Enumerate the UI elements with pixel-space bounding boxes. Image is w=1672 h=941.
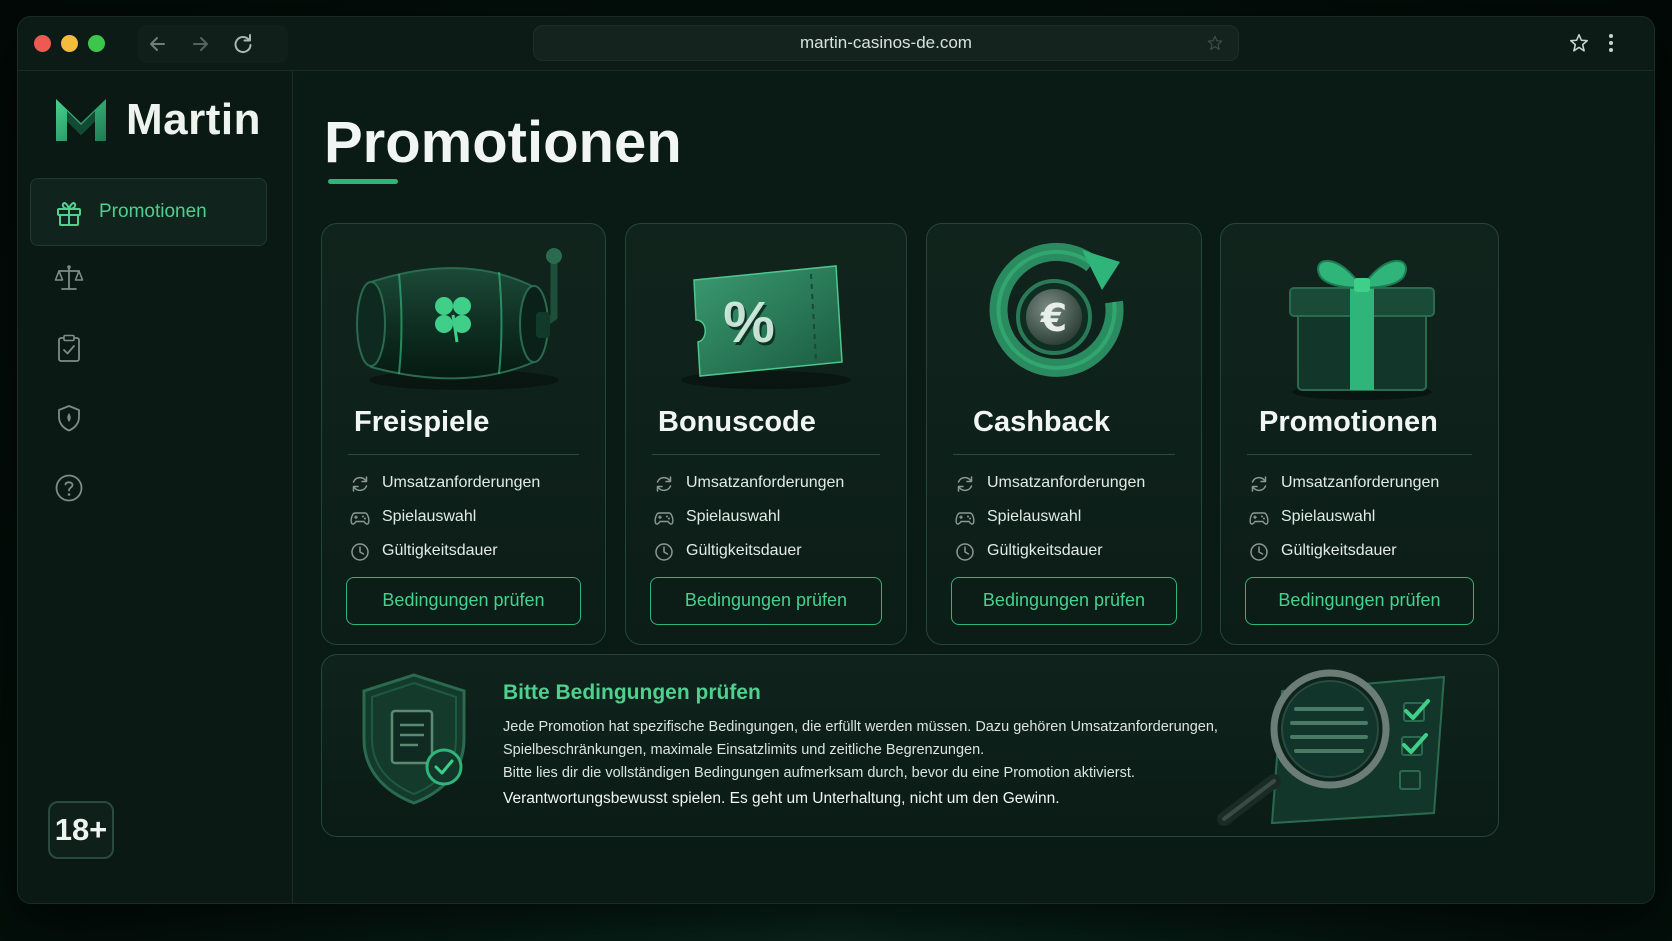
age-restriction-badge: 18+ [48,801,114,859]
martin-logo-icon[interactable] [53,93,109,145]
shield-document-check-icon [362,673,466,805]
gamepad-icon [350,512,370,525]
title-underline [328,179,398,184]
info-title: Bitte Bedingungen prüfen [503,681,761,704]
clock-icon [1250,543,1268,561]
row-label: Umsatzanforderungen [382,474,541,491]
refresh-icon [957,476,973,492]
refresh-icon [1251,476,1267,492]
card-divider [953,454,1175,455]
card-title: Bonuscode [658,406,816,438]
magnifier-checklist-icon [1217,669,1446,826]
card-divider [652,454,880,455]
percent-ticket-icon: % % [681,265,851,389]
minimize-window-button[interactable] [61,35,78,52]
promo-card-promotionen: Promotionen Umsatzanforderungen Spielaus… [1220,223,1499,645]
scales-icon[interactable] [54,263,84,293]
svg-text:%: % [723,290,775,355]
card-title: Promotionen [1259,406,1438,438]
row-label: Umsatzanforderungen [686,474,845,491]
check-terms-button-freispiele[interactable]: Bedingungen prüfen [346,577,581,625]
star-icon[interactable] [1206,34,1224,52]
shield-icon[interactable] [54,403,84,433]
card-title: Freispiele [354,406,490,438]
card-title: Cashback [973,406,1111,438]
promo-card-freispiele: Freispiele Umsatzanforderungen Spielausw… [321,223,606,645]
close-window-button[interactable] [34,35,51,52]
gift-icon [57,202,81,226]
reload-icon[interactable] [228,31,258,57]
kebab-menu-icon[interactable] [1608,32,1614,54]
refresh-icon [656,476,672,492]
card-illustration [1221,242,1498,402]
row-label: Gültigkeitsdauer [1281,542,1397,559]
promo-card-bonuscode: % % Bonuscode Umsatzanforderungen Spiela… [625,223,907,645]
row-label: Gültigkeitsdauer [686,542,802,559]
card-illustration [322,242,605,402]
browser-titlebar: martin-casinos-de.com [18,17,1654,71]
clipboard-check-icon[interactable] [54,333,84,363]
gamepad-icon [654,512,674,525]
page-title: Promotionen [324,110,682,175]
row-label: Spielauswahl [686,508,781,525]
row-label: Umsatzanforderungen [1281,474,1440,491]
terms-info-panel: Bitte Bedingungen prüfen Jede Promotion … [321,654,1499,837]
info-text-line-3: Bitte lies dir die vollständigen Bedingu… [503,765,1135,781]
gift-box-icon [1288,260,1435,400]
promo-card-cashback: € Cashback Umsatzanforderungen Spielausw… [926,223,1202,645]
check-terms-button-bonuscode[interactable]: Bedingungen prüfen [650,577,882,625]
clock-icon [956,543,974,561]
gamepad-icon [1249,512,1269,525]
clock-icon [655,543,673,561]
svg-text:€: € [1040,296,1067,340]
card-divider [1247,454,1472,455]
row-label: Spielauswahl [987,508,1082,525]
arrow-left-icon[interactable] [143,31,173,57]
info-text-line-2: Spielbeschränkungen, maximale Einsatzlim… [503,742,985,758]
row-label: Gültigkeitsdauer [382,542,498,559]
gamepad-icon [955,512,975,525]
info-text-line-4: Verantwortungsbewusst spielen. Es geht u… [503,790,1060,807]
euro-coin-icon: € [989,242,1124,377]
card-illustration: € [927,242,1201,402]
slot-reel-icon [355,248,562,390]
row-label: Gültigkeitsdauer [987,542,1103,559]
row-label: Spielauswahl [382,508,477,525]
check-terms-button-cashback[interactable]: Bedingungen prüfen [951,577,1177,625]
check-terms-button-promotionen[interactable]: Bedingungen prüfen [1245,577,1474,625]
refresh-icon [352,476,368,492]
clock-icon [351,543,369,561]
row-label: Spielauswahl [1281,508,1376,525]
sidebar: Martin Promotionen 18+ [18,71,293,903]
card-illustration: % % [626,242,906,402]
sidebar-item-label: Promotionen [99,201,207,222]
arrow-right-icon[interactable] [185,31,215,57]
sidebar-item-promotionen[interactable]: Promotionen [30,178,267,246]
row-label: Umsatzanforderungen [987,474,1146,491]
browser-window: martin-casinos-de.com Martin Promotionen… [17,16,1655,904]
help-icon[interactable] [54,473,84,503]
address-bar[interactable]: martin-casinos-de.com [533,25,1239,61]
url-text: martin-casinos-de.com [800,33,972,52]
brand-name: Martin [126,95,261,144]
card-divider [348,454,579,455]
info-text-line-1: Jede Promotion hat spezifische Bedingung… [503,719,1218,735]
bookmark-star-icon[interactable] [1568,32,1590,54]
maximize-window-button[interactable] [88,35,105,52]
